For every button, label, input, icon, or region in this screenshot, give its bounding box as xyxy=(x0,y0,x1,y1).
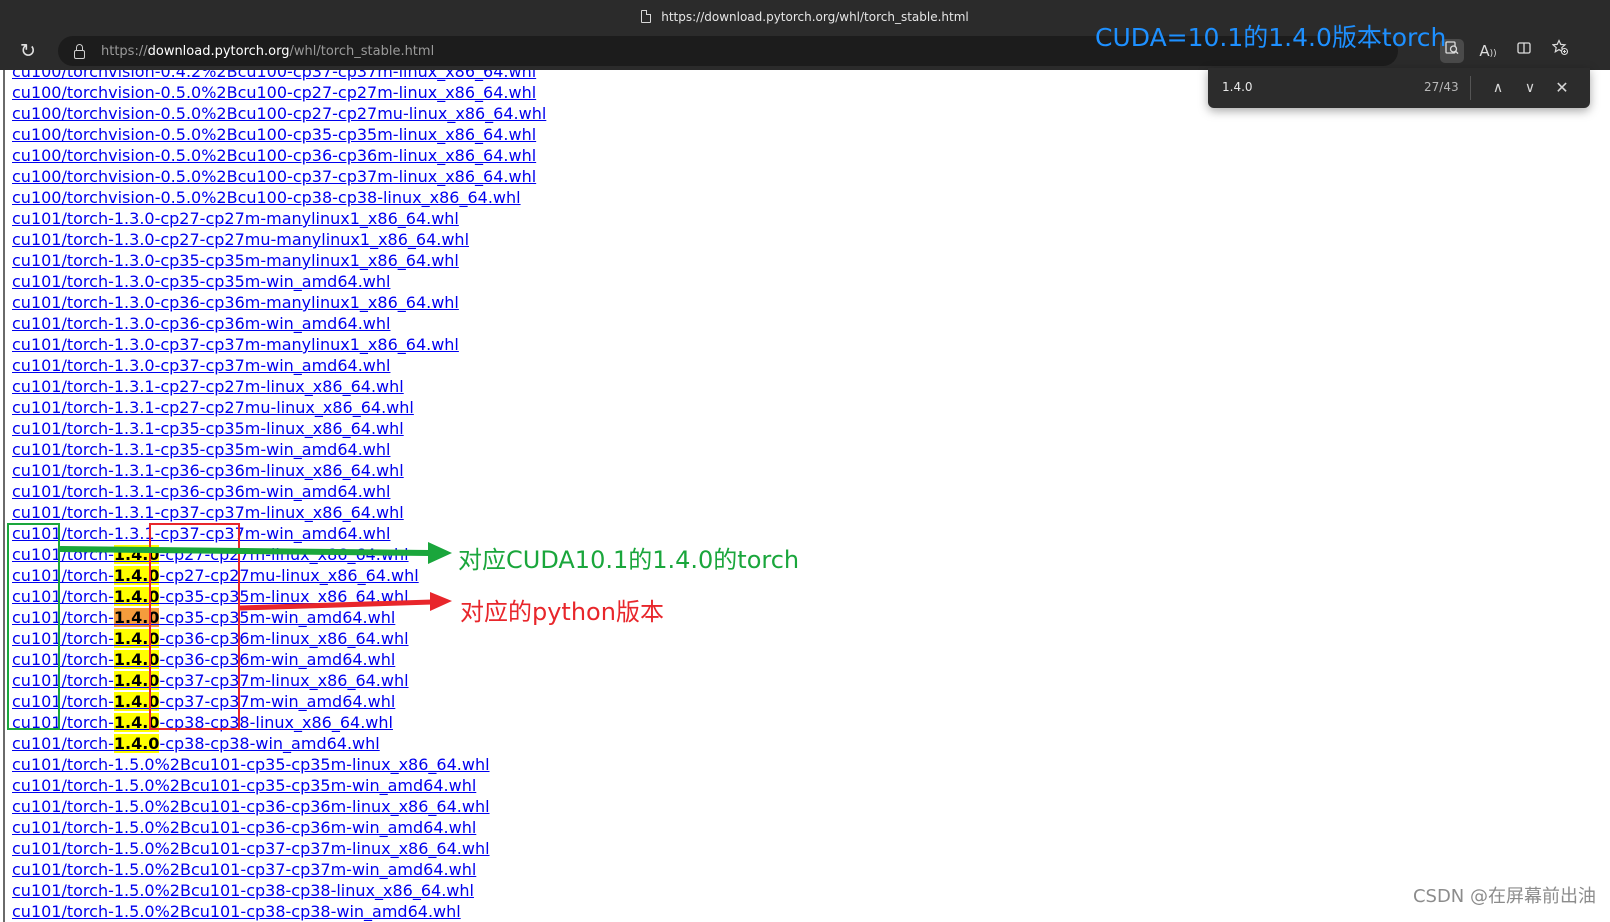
url-path: /whl/torch_stable.html xyxy=(289,43,435,59)
reload-icon[interactable]: ↻ xyxy=(18,41,38,61)
page-content: cu100/torchvision-0.4.2%2Bcu100-cp37-cp3… xyxy=(0,70,1610,922)
csdn-watermark: CSDN @在屏幕前出油 xyxy=(1412,886,1596,907)
page-document-icon xyxy=(641,10,652,23)
overlay-caption-title: CUDA=10.1的1.4.0版本torch xyxy=(1095,23,1447,52)
cuda-annotation-label: 对应CUDA10.1的1.4.0的torch xyxy=(458,546,800,574)
window-title: https://download.pytorch.org/whl/torch_s… xyxy=(661,9,969,24)
url-host: download.pytorch.org xyxy=(147,43,290,59)
green-arrow-shaft xyxy=(59,546,431,556)
split-screen-icon[interactable] xyxy=(1512,39,1536,63)
favorites-icon[interactable] xyxy=(1548,39,1572,63)
red-arrow-head xyxy=(430,592,452,611)
red-arrow-shaft xyxy=(239,599,433,611)
lock-icon[interactable] xyxy=(74,43,85,59)
green-arrow-head xyxy=(428,542,452,564)
read-aloud-icon[interactable]: A)) xyxy=(1476,39,1500,63)
annotation-arrows xyxy=(59,542,452,611)
python-annotation-label: 对应的python版本 xyxy=(460,598,664,626)
url-scheme: https:// xyxy=(101,43,148,59)
